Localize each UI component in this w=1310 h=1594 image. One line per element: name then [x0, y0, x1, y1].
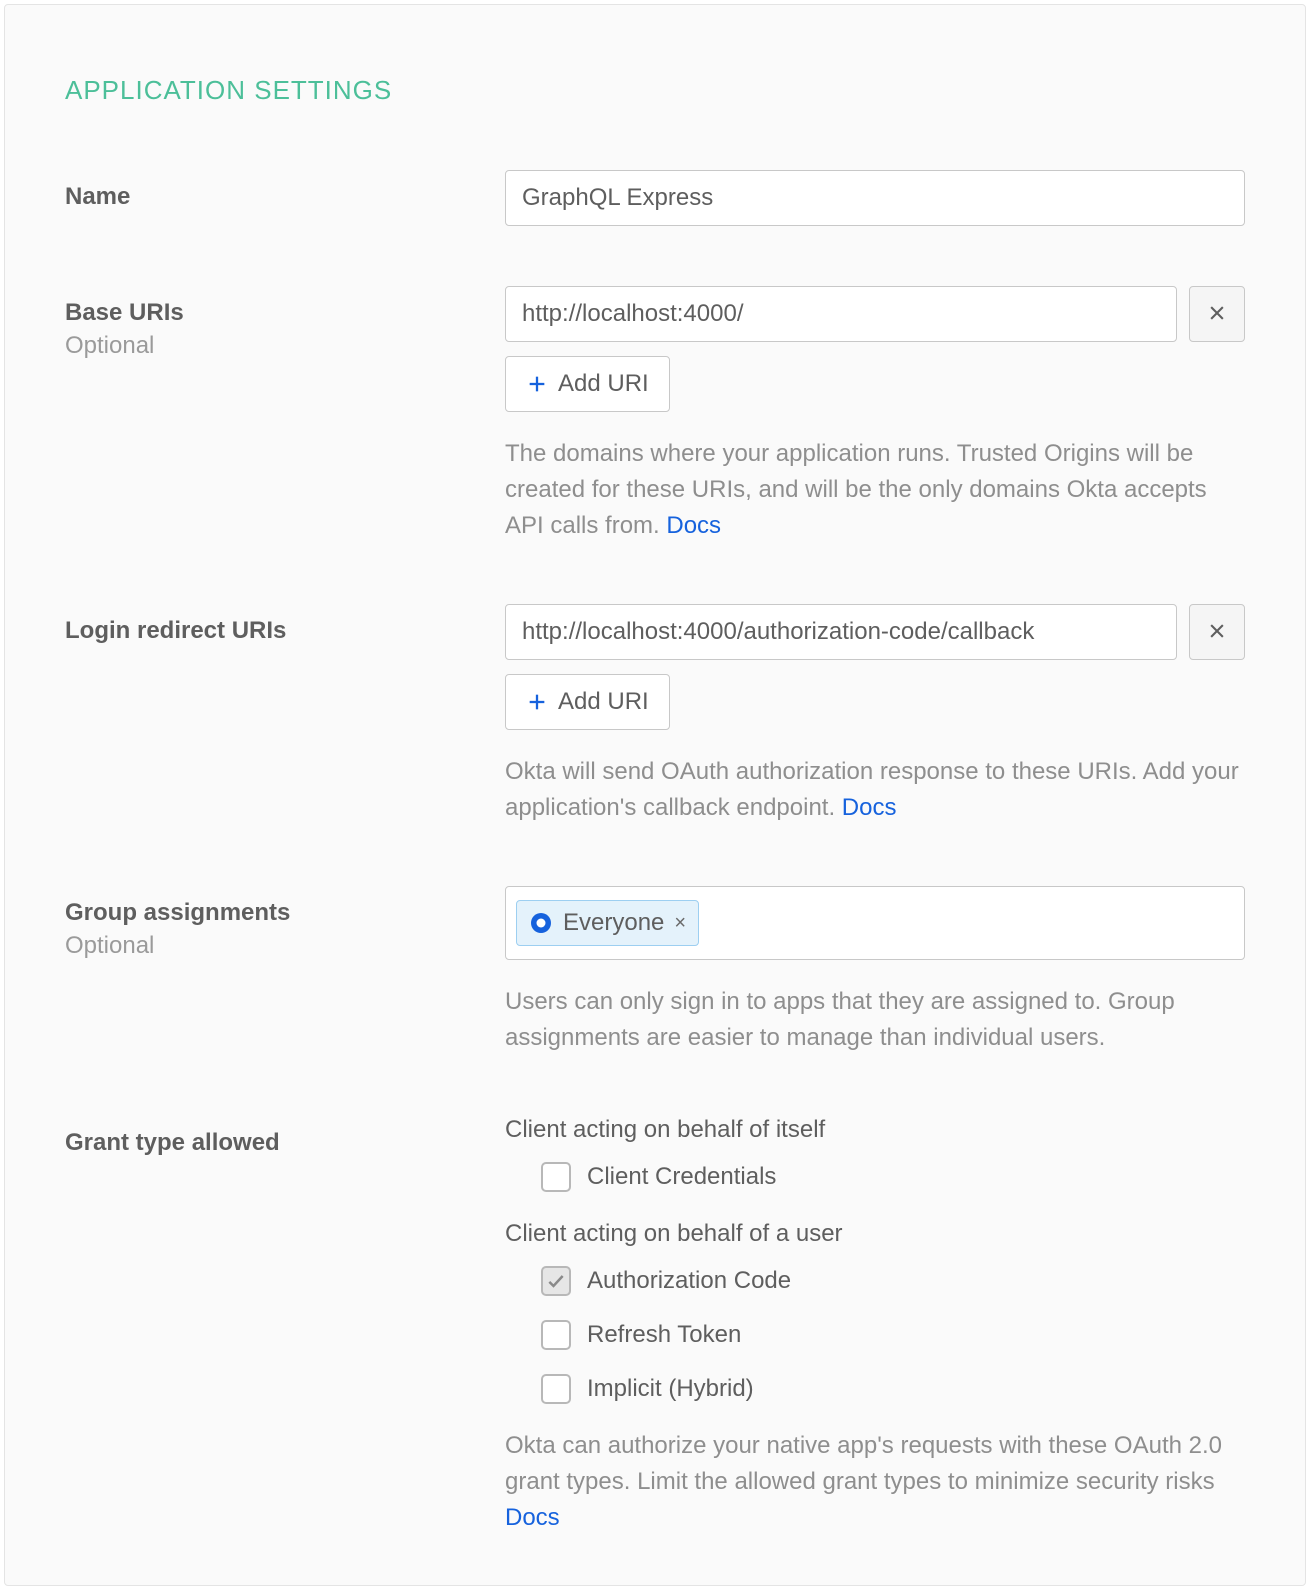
- add-login-redirect-button[interactable]: Add URI: [505, 674, 670, 730]
- add-base-uri-button[interactable]: Add URI: [505, 356, 670, 412]
- group-token-everyone[interactable]: Everyone ×: [516, 900, 699, 946]
- close-icon: [1207, 303, 1227, 326]
- group-assignments-label: Group assignments: [65, 896, 505, 930]
- checkbox-unchecked-icon: [541, 1320, 571, 1350]
- grant-type-docs-link[interactable]: Docs: [505, 1504, 560, 1531]
- grant-type-label-col: Grant type allowed: [65, 1116, 505, 1160]
- plus-icon: [526, 691, 548, 713]
- grant-user-section: Client acting on behalf of a user Author…: [505, 1220, 1245, 1404]
- name-field-col: [505, 170, 1245, 226]
- name-input[interactable]: [505, 170, 1245, 226]
- group-token-remove-icon[interactable]: ×: [674, 913, 686, 933]
- group-icon: [529, 911, 553, 935]
- group-assignments-label-col: Group assignments Optional: [65, 886, 505, 960]
- name-row: Name: [65, 170, 1245, 226]
- grant-user-heading: Client acting on behalf of a user: [505, 1220, 1245, 1248]
- base-uris-row: Base URIs Optional Add URI The domains w…: [65, 286, 1245, 544]
- refresh-token-label: Refresh Token: [587, 1321, 741, 1349]
- group-assignments-input[interactable]: Everyone ×: [505, 886, 1245, 960]
- close-icon: [1207, 621, 1227, 644]
- plus-icon: [526, 373, 548, 395]
- application-settings-panel: APPLICATION SETTINGS Name Base URIs Opti…: [4, 4, 1306, 1586]
- group-assignments-sublabel: Optional: [65, 932, 505, 960]
- authorization-code-label: Authorization Code: [587, 1267, 791, 1295]
- login-redirect-input-group: [505, 604, 1245, 660]
- grant-type-row: Grant type allowed Client acting on beha…: [65, 1116, 1245, 1536]
- base-uri-input-group: [505, 286, 1245, 342]
- login-redirect-label-col: Login redirect URIs: [65, 604, 505, 648]
- grant-type-help: Okta can authorize your native app's req…: [505, 1428, 1245, 1536]
- grant-type-field-col: Client acting on behalf of itself Client…: [505, 1116, 1245, 1536]
- grant-type-label: Grant type allowed: [65, 1126, 505, 1160]
- base-uris-field-col: Add URI The domains where your applicati…: [505, 286, 1245, 544]
- client-credentials-option[interactable]: Client Credentials: [541, 1162, 1245, 1192]
- base-uris-docs-link[interactable]: Docs: [666, 512, 721, 539]
- login-redirect-field-col: Add URI Okta will send OAuth authorizati…: [505, 604, 1245, 826]
- name-label: Name: [65, 180, 505, 214]
- refresh-token-option[interactable]: Refresh Token: [541, 1320, 1245, 1350]
- base-uri-input[interactable]: [505, 286, 1177, 342]
- authorization-code-option[interactable]: Authorization Code: [541, 1266, 1245, 1296]
- section-title: APPLICATION SETTINGS: [65, 75, 1245, 106]
- implicit-option[interactable]: Implicit (Hybrid): [541, 1374, 1245, 1404]
- add-uri-label: Add URI: [558, 688, 649, 716]
- base-uris-label-col: Base URIs Optional: [65, 286, 505, 360]
- implicit-label: Implicit (Hybrid): [587, 1375, 754, 1403]
- checkbox-unchecked-icon: [541, 1162, 571, 1192]
- login-redirect-docs-link[interactable]: Docs: [842, 794, 897, 821]
- checkbox-unchecked-icon: [541, 1374, 571, 1404]
- grant-self-heading: Client acting on behalf of itself: [505, 1116, 1245, 1144]
- base-uris-help: The domains where your application runs.…: [505, 436, 1245, 544]
- login-redirect-row: Login redirect URIs Add URI Okta will se…: [65, 604, 1245, 826]
- base-uris-help-text: The domains where your application runs.…: [505, 440, 1207, 539]
- checkbox-checked-icon: [541, 1266, 571, 1296]
- base-uris-sublabel: Optional: [65, 332, 505, 360]
- group-token-label: Everyone: [563, 909, 664, 937]
- add-uri-label: Add URI: [558, 370, 649, 398]
- login-redirect-input[interactable]: [505, 604, 1177, 660]
- login-redirect-remove-button[interactable]: [1189, 604, 1245, 660]
- group-assignments-help: Users can only sign in to apps that they…: [505, 984, 1245, 1056]
- group-assignments-row: Group assignments Optional Everyone × Us…: [65, 886, 1245, 1056]
- name-label-col: Name: [65, 170, 505, 214]
- base-uri-remove-button[interactable]: [1189, 286, 1245, 342]
- grant-self-section: Client acting on behalf of itself Client…: [505, 1116, 1245, 1192]
- base-uris-label: Base URIs: [65, 296, 505, 330]
- login-redirect-label: Login redirect URIs: [65, 614, 505, 648]
- client-credentials-label: Client Credentials: [587, 1163, 776, 1191]
- login-redirect-help: Okta will send OAuth authorization respo…: [505, 754, 1245, 826]
- group-assignments-field-col: Everyone × Users can only sign in to app…: [505, 886, 1245, 1056]
- grant-type-help-text: Okta can authorize your native app's req…: [505, 1432, 1222, 1495]
